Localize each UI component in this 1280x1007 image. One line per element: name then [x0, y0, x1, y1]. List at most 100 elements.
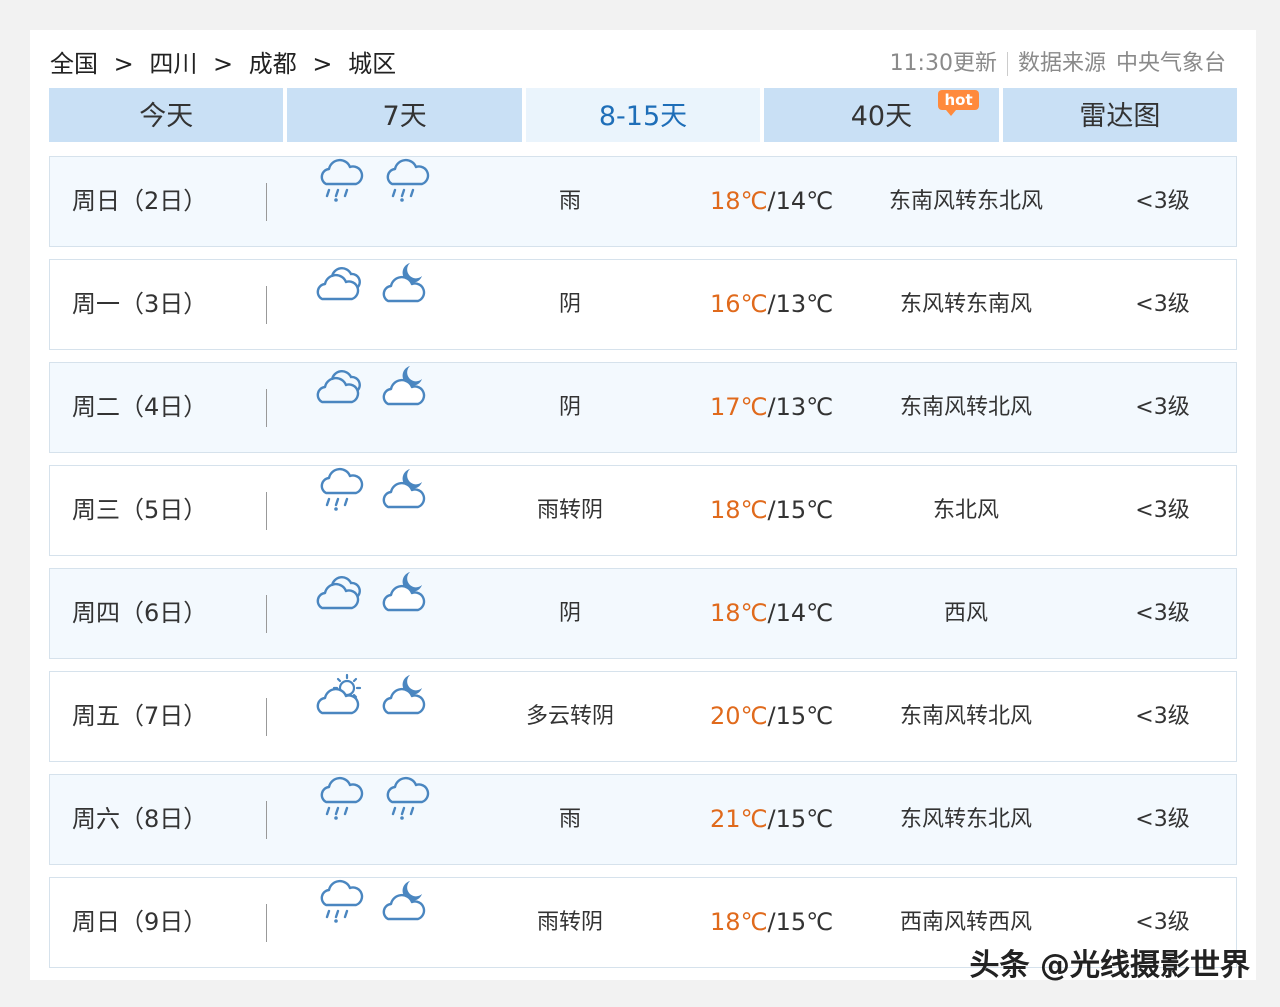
- wind-direction: 东南风转东北风: [888, 189, 1043, 214]
- rain-cloud-icon: [314, 877, 366, 968]
- temperature: 18℃/14℃: [710, 599, 834, 627]
- temperature: 18℃/15℃: [710, 908, 834, 936]
- day-label: 周二（4日）: [72, 393, 208, 421]
- wind-level: <3级: [1135, 704, 1190, 729]
- wind-direction: 东风转东北风: [899, 807, 1032, 832]
- weather-text: 雨转阴: [536, 910, 603, 935]
- temperature: 18℃/14℃: [710, 187, 834, 215]
- forecast-row: 周五（7日） 多云转阴 20℃/15℃ 东南风转北风 <3级: [49, 671, 1237, 762]
- rain-cloud-icon: [314, 774, 366, 865]
- cloudy-night-icon: [380, 877, 432, 968]
- forecast-list: 周日（2日） 雨 18℃/14℃ 东南风转东北风 <3级 周一（3日） 阴 16…: [49, 156, 1237, 980]
- high-temp: 18℃: [710, 908, 768, 936]
- day-label: 周一（3日）: [72, 290, 208, 318]
- breadcrumb: 全国 > 四川 > 成都 > 城区: [50, 44, 396, 84]
- high-temp: 17℃: [710, 393, 768, 421]
- breadcrumb-item-city[interactable]: 成都: [249, 44, 297, 84]
- breadcrumb-separator: >: [213, 50, 234, 78]
- weather-icons: [314, 775, 434, 864]
- day-label: 周日（9日）: [72, 908, 208, 936]
- rain-cloud-icon: [314, 465, 366, 556]
- tab-radar[interactable]: 雷达图: [1002, 88, 1238, 142]
- update-info: 11:30更新 数据来源 中央气象台: [890, 44, 1226, 84]
- partly-cloudy-icon: [314, 671, 366, 762]
- temperature: 21℃/15℃: [710, 805, 834, 833]
- day-label: 周三（5日）: [72, 496, 208, 524]
- watermark: 头条 @光线摄影世界: [969, 948, 1250, 983]
- cloudy-night-icon: [380, 671, 432, 762]
- weather-icons: [314, 569, 434, 658]
- tab-label: 8-15天: [598, 101, 688, 132]
- rain-cloud-icon: [380, 774, 432, 865]
- row-divider: [266, 286, 267, 324]
- tab-40-days[interactable]: 40天 hot: [764, 88, 999, 142]
- wind-level: <3级: [1135, 601, 1190, 626]
- weather-icons: [314, 260, 434, 349]
- breadcrumb-separator: >: [312, 50, 333, 78]
- high-temp: 16℃: [710, 290, 768, 318]
- forecast-row: 周六（8日） 雨 21℃/15℃ 东风转东北风 <3级: [49, 774, 1237, 865]
- high-temp: 21℃: [710, 805, 768, 833]
- low-temp: 13℃: [775, 290, 834, 318]
- high-temp: 18℃: [710, 599, 768, 627]
- weather-icons: [314, 672, 434, 761]
- temperature: 20℃/15℃: [710, 702, 834, 730]
- low-temp: 15℃: [775, 496, 834, 524]
- wind-level: <3级: [1135, 292, 1190, 317]
- breadcrumb-item-province[interactable]: 四川: [149, 44, 197, 84]
- source-name: 中央气象台: [1115, 51, 1226, 76]
- breadcrumb-separator: >: [113, 50, 134, 78]
- meta-divider: [1006, 52, 1008, 76]
- rain-cloud-icon: [380, 156, 432, 247]
- wind-direction: 东风转东南风: [899, 292, 1032, 317]
- high-temp: 18℃: [710, 187, 768, 215]
- wind-direction: 西风: [943, 601, 988, 626]
- forecast-row: 周四（6日） 阴 18℃/14℃ 西风 <3级: [49, 568, 1237, 659]
- tab-8-15-days[interactable]: 8-15天: [525, 88, 761, 142]
- weather-text: 阴: [558, 292, 581, 317]
- weather-text: 多云转阴: [525, 704, 614, 729]
- weather-icons: [314, 878, 434, 967]
- low-temp: 14℃: [775, 187, 834, 215]
- tab-label: 雷达图: [1079, 101, 1161, 132]
- temperature: 17℃/13℃: [710, 393, 834, 421]
- row-divider: [266, 492, 267, 530]
- weather-icons: [314, 466, 434, 555]
- hot-badge: hot: [938, 90, 979, 116]
- low-temp: 15℃: [775, 805, 834, 833]
- wind-level: <3级: [1135, 395, 1190, 420]
- wind-level: <3级: [1135, 807, 1190, 832]
- tab-7-days[interactable]: 7天: [287, 88, 522, 142]
- tab-label: 今天: [139, 101, 194, 132]
- weather-text: 阴: [558, 395, 581, 420]
- update-time: 11:30更新: [889, 51, 997, 76]
- row-divider: [266, 698, 267, 736]
- tab-today[interactable]: 今天: [49, 88, 284, 142]
- row-divider: [266, 801, 267, 839]
- wind-level: <3级: [1135, 498, 1190, 523]
- row-divider: [266, 183, 267, 221]
- day-label: 周六（8日）: [72, 805, 208, 833]
- day-label: 周五（7日）: [72, 702, 208, 730]
- forecast-row: 周二（4日） 阴 17℃/13℃ 东南风转北风 <3级: [49, 362, 1237, 453]
- wind-level: <3级: [1135, 189, 1190, 214]
- day-label: 周四（6日）: [72, 599, 208, 627]
- breadcrumb-item-country[interactable]: 全国: [50, 44, 98, 84]
- low-temp: 15℃: [775, 908, 834, 936]
- tab-label: 40天: [850, 101, 913, 132]
- temperature: 16℃/13℃: [710, 290, 834, 318]
- overcast-icon: [314, 568, 366, 659]
- weather-text: 阴: [558, 601, 581, 626]
- weather-text: 雨: [558, 807, 581, 832]
- weather-icons: [314, 157, 434, 246]
- weather-text: 雨: [558, 189, 581, 214]
- low-temp: 14℃: [775, 599, 834, 627]
- high-temp: 20℃: [710, 702, 768, 730]
- overcast-icon: [314, 362, 366, 453]
- row-divider: [266, 389, 267, 427]
- low-temp: 15℃: [775, 702, 834, 730]
- forecast-tabs: 今天 7天 8-15天 40天 hot 雷达图: [49, 88, 1238, 142]
- cloudy-night-icon: [380, 362, 432, 453]
- wind-direction: 东北风: [932, 498, 999, 523]
- weather-icons: [314, 363, 434, 452]
